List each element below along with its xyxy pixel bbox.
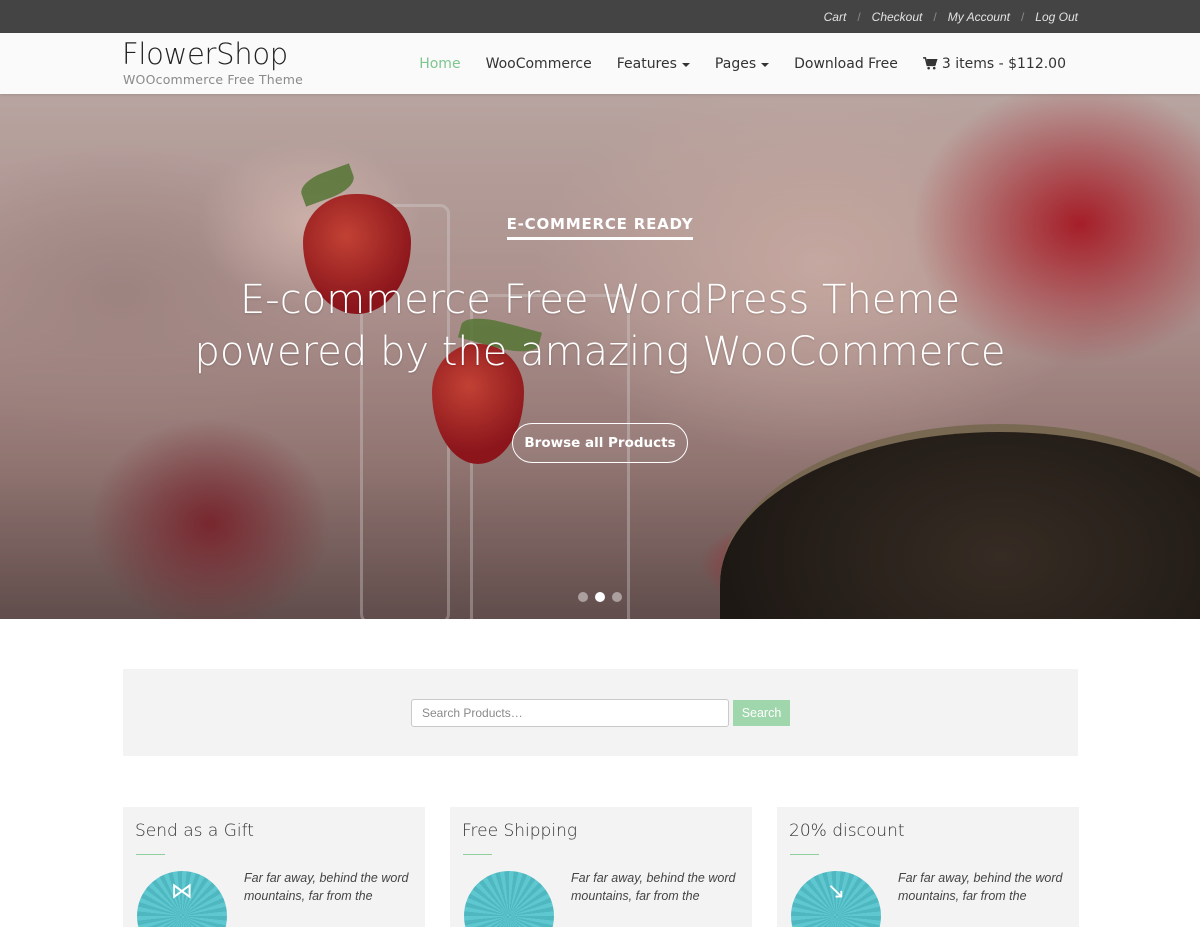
feature-divider	[790, 854, 819, 855]
search-products-input[interactable]	[411, 699, 729, 727]
site-tagline: WOOcommerce Free Theme	[123, 72, 304, 87]
hero-kicker-text: E-COMMERCE READY	[506, 215, 694, 240]
site-logo[interactable]: FlowerShop	[122, 37, 288, 71]
bow-icon: ⋈	[137, 871, 227, 927]
slider-dot-1[interactable]	[578, 592, 588, 602]
caret-down-icon	[761, 62, 770, 67]
caret-down-icon	[681, 62, 690, 67]
slider-pagination	[0, 592, 1200, 602]
search-button[interactable]: Search	[733, 700, 790, 726]
nav-item-label: Features	[616, 55, 677, 72]
slider-dot-3[interactable]	[612, 592, 622, 602]
nav-item-features[interactable]: Features	[617, 56, 690, 72]
log-out-link[interactable]: Log Out	[1035, 10, 1078, 24]
feature-title: Send as a Gift	[135, 821, 254, 841]
product-search-panel: Search	[123, 669, 1078, 756]
hero-title: E-commerce Free WordPress Theme powered …	[0, 274, 1200, 378]
feature-title: Free Shipping	[462, 821, 578, 841]
nav-item-pages[interactable]: Pages	[714, 55, 770, 72]
my-account-link[interactable]: My Account	[948, 10, 1010, 24]
separator: /	[857, 9, 861, 24]
checkout-link[interactable]: Checkout	[872, 10, 923, 24]
shipping-icon	[464, 871, 554, 927]
nav-item-label: Pages	[714, 55, 757, 72]
hero-title-line-2: powered by the amazing WooCommerce	[194, 329, 1006, 375]
browse-products-button[interactable]: Browse all Products	[512, 423, 688, 463]
cart-icon	[922, 57, 938, 70]
nav-item-download-free[interactable]: Download Free	[794, 56, 898, 72]
account-links: Cart / Checkout / My Account / Log Out	[824, 0, 1078, 33]
feature-card-gift: Send as a Gift ⋈ Far far away, behind th…	[123, 807, 425, 927]
hero-title-line-1: E-commerce Free WordPress Theme	[240, 277, 960, 323]
nav-item-woocommerce[interactable]: WooCommerce	[486, 56, 592, 72]
separator: /	[1020, 9, 1025, 24]
nav-item-cart[interactable]: 3 items - $112.00	[922, 55, 1066, 72]
cart-link[interactable]: Cart	[824, 10, 847, 24]
nav-item-label: WooCommerce	[485, 55, 592, 72]
slider-dot-2[interactable]	[595, 592, 605, 602]
discount-icon: ↘	[791, 871, 881, 927]
hero-slider: E-COMMERCE READY E-commerce Free WordPre…	[0, 94, 1200, 619]
top-bar: Cart / Checkout / My Account / Log Out	[0, 0, 1200, 33]
feature-card-shipping: Free Shipping Far far away, behind the w…	[450, 807, 752, 927]
nav-item-label: Home	[419, 55, 461, 72]
feature-title: 20% discount	[789, 821, 905, 841]
separator: /	[933, 9, 937, 24]
feature-card-discount: 20% discount ↘ Far far away, behind the …	[777, 807, 1079, 927]
feature-divider	[136, 854, 165, 855]
site-header: FlowerShop WOOcommerce Free Theme Home W…	[0, 33, 1200, 94]
nav-item-home[interactable]: Home	[419, 56, 460, 72]
main-nav: Home WooCommerce Features Pages Download…	[394, 33, 1066, 94]
hero-kicker: E-COMMERCE READY	[0, 214, 1200, 240]
cart-summary: 3 items - $112.00	[941, 55, 1066, 72]
nav-item-label: Download Free	[794, 55, 898, 72]
feature-divider	[463, 854, 492, 855]
